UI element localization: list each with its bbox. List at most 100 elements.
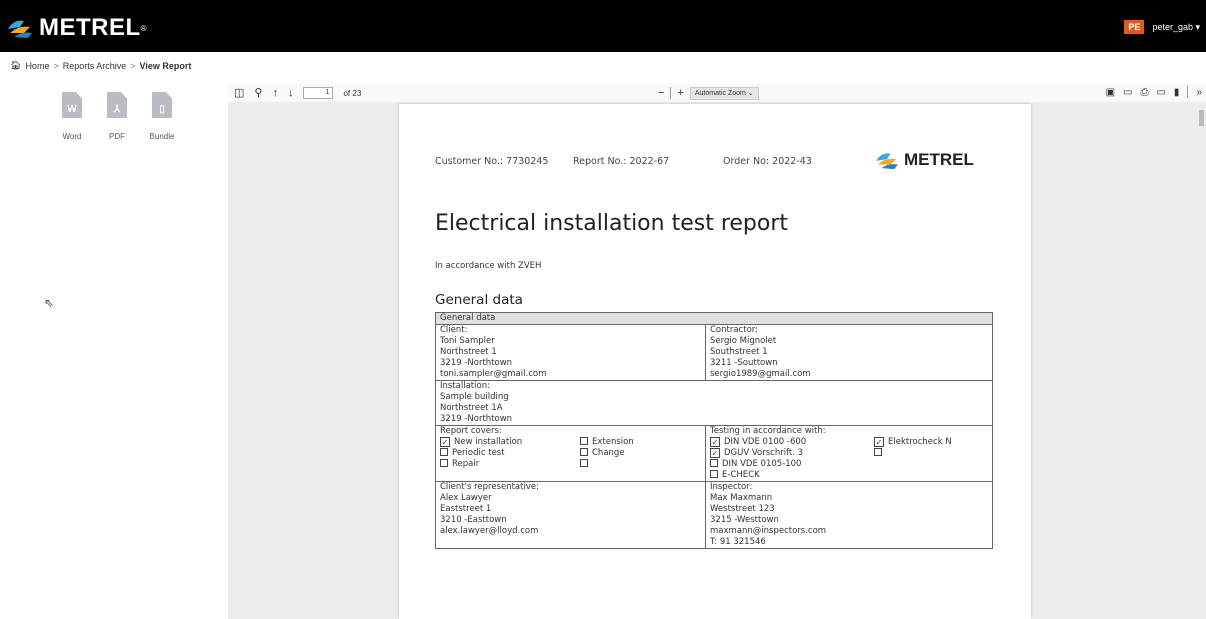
client-representative-cell: Client's representative: Alex Lawyer Eas…: [435, 481, 706, 549]
checkbox-e-check: E-CHECK: [710, 470, 874, 481]
download-options: W Word ⅄ PDF ▯ Bundle: [58, 92, 176, 141]
breadcrumb-separator: >: [130, 60, 136, 71]
testing-standards-label: Testing in accordance with:: [710, 426, 826, 436]
checkbox-elektrocheck: ✓ Elektrocheck N: [874, 437, 988, 448]
installation-cell: Installation: Sample building Northstree…: [435, 380, 993, 426]
pdf-toolbar: ◫ ⚲ ↑ ↓ 1 of 23 − + Automatic Zoom ⌄ ▣ ▭…: [228, 84, 1206, 102]
inspector-street: Weststreet 123: [710, 504, 775, 514]
checkbox-din-vde-0100: ✓ DIN VDE 0100 -600: [710, 437, 874, 448]
inspector-phone: T: 91 321546: [710, 537, 766, 547]
checkbox-extension: Extension: [580, 437, 701, 448]
breadcrumb-reports-archive[interactable]: Reports Archive: [63, 61, 127, 71]
checkbox-label: Extension: [592, 437, 634, 447]
report-logo-text: METREL: [904, 150, 974, 169]
breadcrumb-current: View Report: [139, 60, 192, 71]
pdf-viewer: ◫ ⚲ ↑ ↓ 1 of 23 − + Automatic Zoom ⌄ ▣ ▭…: [228, 84, 1206, 619]
sidebar-toggle-icon[interactable]: ◫: [234, 86, 244, 100]
bookmark-icon[interactable]: ▮: [1174, 87, 1180, 98]
empty-box-icon: [580, 459, 588, 467]
empty-box-icon: [580, 437, 588, 445]
page-number-input[interactable]: 1: [303, 87, 334, 99]
report-logo: METREL: [874, 150, 974, 170]
client-rep-label: Client's representative:: [440, 482, 539, 492]
checkbox-label: New installation: [454, 437, 523, 447]
metrel-logo-icon: [8, 20, 32, 38]
checked-box-icon: ✓: [874, 437, 884, 447]
contractor-street: Southstreet 1: [710, 347, 768, 357]
checked-box-icon: ✓: [710, 448, 720, 458]
checked-box-icon: ✓: [710, 437, 720, 447]
empty-box-icon: [580, 448, 588, 456]
empty-box-icon: [440, 448, 448, 456]
home-icon[interactable]: 🏠︎: [10, 60, 21, 71]
report-number: Report No.: 2022-67: [573, 156, 670, 167]
empty-box-icon: [440, 459, 448, 467]
download-word-label: Word: [62, 132, 82, 141]
order-number: Order No: 2022-43: [723, 156, 812, 167]
general-data-table: General data Client: Toni Sampler Norths…: [435, 312, 993, 549]
empty-box-icon: [710, 470, 718, 478]
breadcrumb-home[interactable]: Home: [25, 61, 49, 71]
client-rep-name: Alex Lawyer: [440, 493, 492, 503]
pdf-page: Customer No.: 7730245 Report No.: 2022-6…: [399, 104, 1031, 619]
scrollbar-thumb[interactable]: [1199, 110, 1204, 126]
checkbox-new-installation: ✓ New installation: [440, 437, 580, 448]
download-word-button[interactable]: W Word: [58, 92, 86, 141]
brand-reg: ®: [140, 23, 147, 33]
checkbox-change: Change: [580, 448, 701, 459]
download-bundle-button[interactable]: ▯ Bundle: [148, 92, 176, 141]
client-street: Northstreet 1: [440, 347, 497, 357]
client-rep-city: 3210 -Easttown: [440, 515, 507, 525]
contractor-cell: Contractor: Sergio Mignolet Southstreet …: [705, 324, 993, 381]
checkbox-repair: Repair: [440, 459, 580, 470]
page-total: of 23: [343, 88, 362, 98]
checkbox-blank: [874, 448, 988, 459]
open-file-icon[interactable]: ▭: [1123, 87, 1132, 98]
inspector-email: maxmann@inspectors.com: [710, 526, 827, 536]
inspector-label: Inspector:: [710, 482, 753, 492]
checkbox-label: Change: [592, 448, 625, 458]
divider: [1187, 86, 1189, 98]
checkbox-blank: [580, 459, 701, 470]
user-name: peter_gab ▾: [1152, 21, 1200, 32]
metrel-logo-icon: [876, 153, 898, 170]
metrel-logo[interactable]: METREL ®: [6, 14, 147, 42]
installation-street: Northstreet 1A: [440, 403, 503, 413]
more-tools-button[interactable]: »: [1196, 87, 1202, 98]
client-email: toni.sampler@gmail.com: [440, 369, 547, 379]
previous-page-icon[interactable]: ↑: [272, 86, 278, 100]
download-pdf-button[interactable]: ⅄ PDF: [103, 92, 131, 141]
client-city: 3219 -Northtown: [440, 358, 513, 368]
print-icon[interactable]: ⎙: [1140, 87, 1148, 98]
checkbox-label: E-CHECK: [722, 470, 760, 480]
checkbox-din-vde-0105: DIN VDE 0105-100: [710, 459, 874, 470]
zoom-out-button[interactable]: −: [658, 86, 664, 100]
client-rep-street: Eaststreet 1: [440, 504, 492, 514]
zoom-select[interactable]: Automatic Zoom ⌄: [689, 86, 759, 100]
checkbox-label: Elektrocheck N: [888, 437, 952, 447]
report-covers-cell: Report covers: ✓ New installation Extensi…: [435, 425, 706, 482]
installation-name: Sample building: [440, 392, 509, 402]
report-title: Electrical installation test report: [435, 211, 789, 236]
customer-number: Customer No.: 7730245: [435, 156, 549, 167]
breadcrumb: 🏠︎ Home > Reports Archive > View Report: [10, 60, 191, 71]
zoom-in-button[interactable]: +: [677, 86, 683, 100]
brand-name: METREL: [39, 14, 141, 41]
bundle-file-icon: ▯: [152, 92, 172, 118]
user-menu[interactable]: PE peter_gab ▾: [1124, 20, 1200, 34]
next-page-icon[interactable]: ↓: [288, 86, 294, 100]
divider: [670, 87, 672, 99]
top-bar: METREL ® PE peter_gab ▾: [0, 0, 1206, 52]
checkbox-label: Repair: [452, 459, 480, 469]
word-file-icon: W: [62, 92, 82, 118]
client-label: Client:: [440, 325, 468, 335]
checkbox-label: Periodic test: [452, 448, 505, 458]
breadcrumb-separator: >: [53, 60, 59, 71]
download-pdf-label: PDF: [109, 132, 125, 141]
checkbox-dguv: ✓ DGUV Vorschrift. 3: [710, 448, 874, 459]
report-covers-label: Report covers:: [440, 426, 502, 436]
presentation-mode-icon[interactable]: ▣: [1106, 87, 1115, 98]
search-icon[interactable]: ⚲: [254, 86, 262, 100]
empty-cell: [874, 459, 988, 470]
download-icon[interactable]: ▭: [1156, 87, 1165, 98]
